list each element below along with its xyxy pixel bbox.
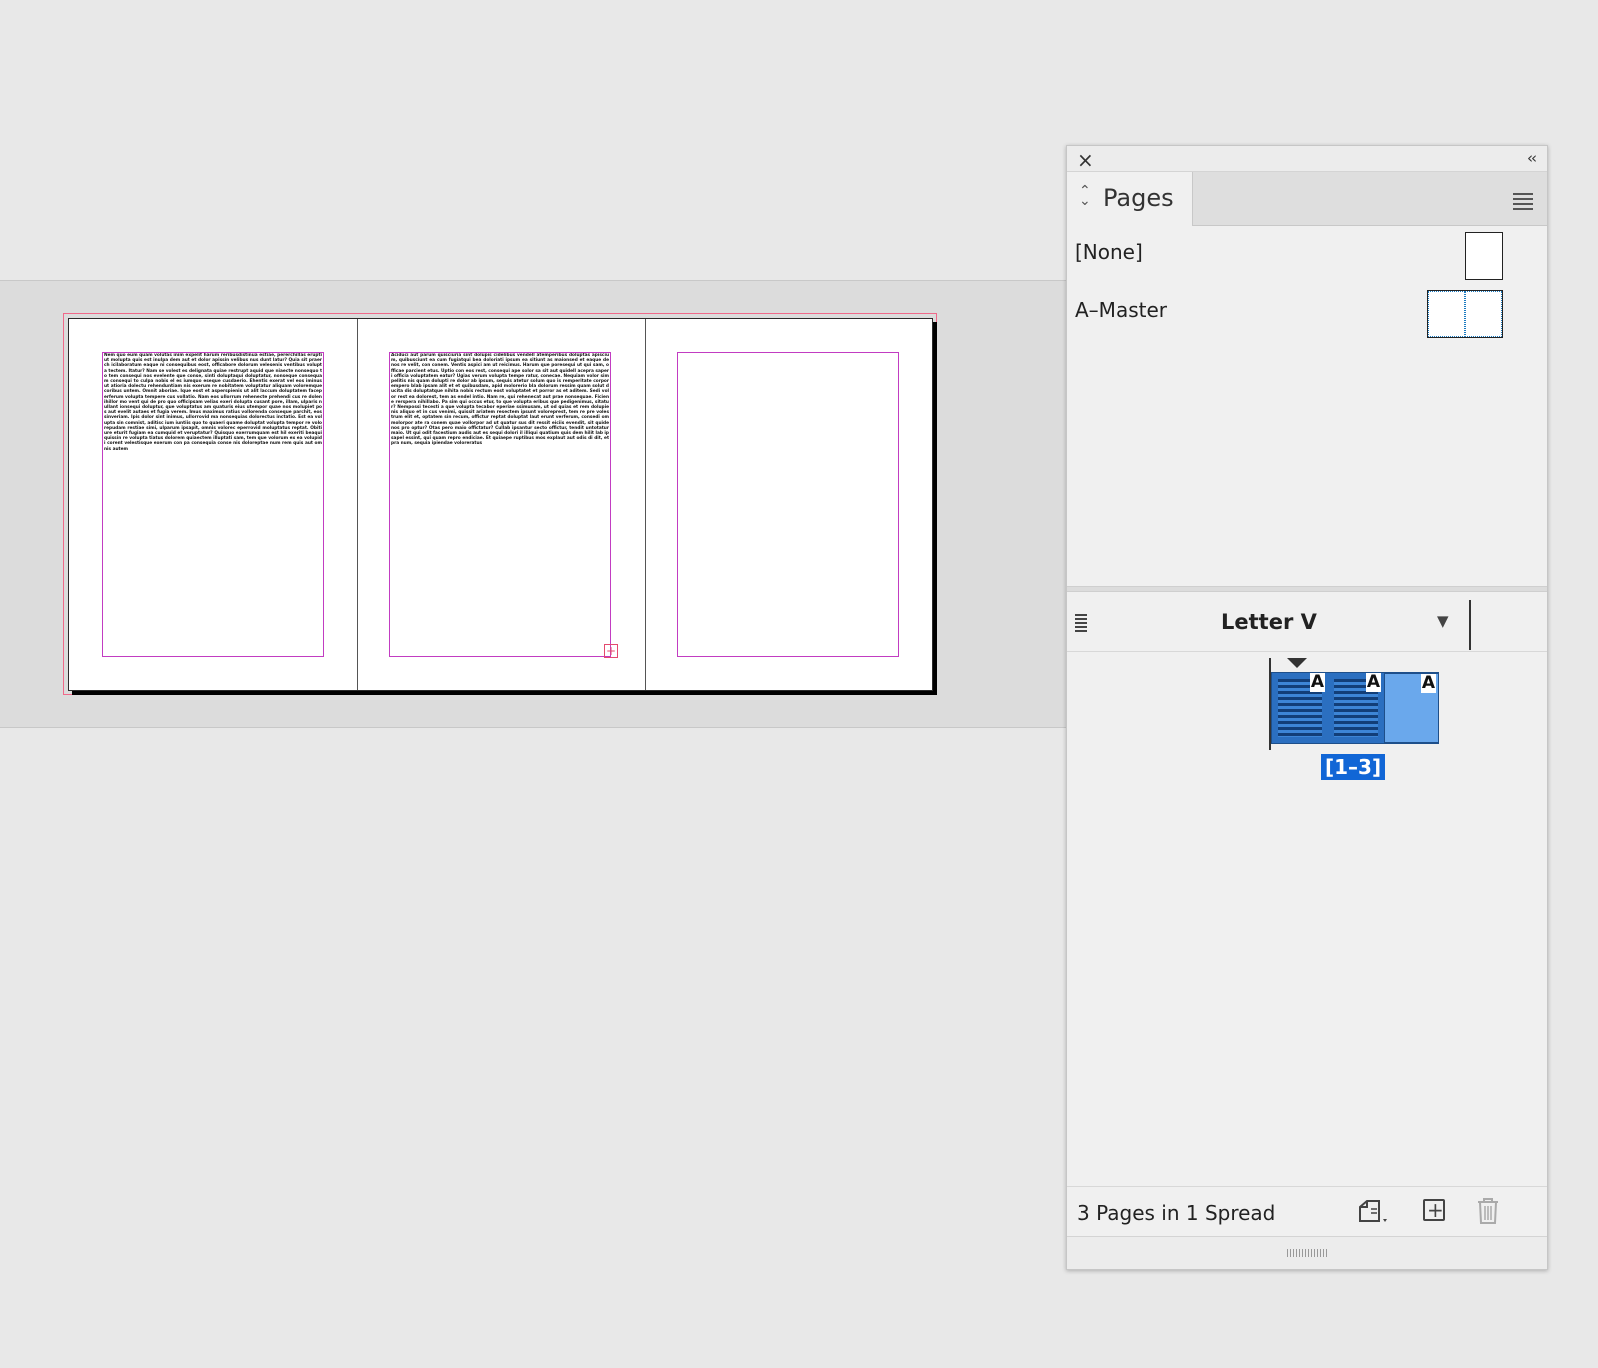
overset-text-icon[interactable]: +	[604, 644, 618, 658]
tab-label: Pages	[1103, 184, 1174, 212]
grip-icon	[1287, 1249, 1327, 1257]
updown-arrows-icon: ⌃ ⌄	[1079, 183, 1091, 209]
separator	[1469, 600, 1471, 650]
master-spread-thumbnail	[1427, 290, 1503, 338]
page-thumbnail-1[interactable]: A	[1272, 673, 1327, 743]
master-letter: A	[1420, 673, 1436, 693]
page-size-icon[interactable]	[1357, 1197, 1387, 1225]
text-frame-page-2[interactable]: Aciduci aut parum quisciuria sint dolupi…	[389, 352, 611, 657]
page-size-label[interactable]: Letter V	[1221, 610, 1317, 634]
tab-pages[interactable]: ⌃ ⌄ Pages	[1067, 172, 1193, 226]
list-icon[interactable]	[1075, 614, 1087, 634]
collapse-icon[interactable]: ‹‹	[1527, 149, 1537, 167]
page-count-text: 3 Pages in 1 Spread	[1077, 1201, 1276, 1225]
spread-indicator-icon	[1287, 658, 1307, 668]
spread-thumbnail[interactable]: A A A [1–3]	[1269, 658, 1439, 780]
master-row-a-master[interactable]: A–Master	[1067, 286, 1547, 338]
panel-menu-icon[interactable]	[1513, 193, 1533, 213]
page-thumbnail-2[interactable]: A	[1328, 673, 1383, 743]
page-divider	[357, 319, 358, 690]
chevron-down-icon[interactable]: ▼	[1437, 612, 1449, 630]
page-divider	[645, 319, 646, 690]
trash-icon[interactable]	[1475, 1197, 1503, 1225]
panel-footer: 3 Pages in 1 Spread +	[1067, 1186, 1547, 1236]
spread-pages: A A A	[1271, 672, 1439, 744]
master-thumbnail	[1465, 232, 1503, 280]
page-size-row: Letter V ▼	[1067, 592, 1547, 652]
master-label: A–Master	[1075, 298, 1167, 322]
page-thumbnail-3[interactable]: A	[1384, 673, 1439, 743]
text-frame-page-3[interactable]	[677, 352, 899, 657]
spread-label[interactable]: [1–3]	[1321, 754, 1386, 780]
master-label: [None]	[1075, 240, 1143, 264]
document-spread[interactable]: Nem quo eum quam volutas inim expelit ha…	[68, 318, 933, 691]
panel-titlebar: × ‹‹	[1067, 146, 1547, 172]
panel-tab-row: ⌃ ⌄ Pages	[1067, 172, 1547, 226]
pages-panel: × ‹‹ ⌃ ⌄ Pages [None] A–Master Letter V ▼	[1066, 145, 1548, 1270]
close-icon[interactable]: ×	[1077, 148, 1094, 172]
resize-grip[interactable]	[1067, 1236, 1547, 1269]
add-page-icon[interactable]: +	[1423, 1198, 1445, 1222]
master-letter: A	[1309, 672, 1325, 692]
master-row-none[interactable]: [None]	[1067, 228, 1547, 280]
master-letter: A	[1365, 672, 1381, 692]
text-frame-page-1[interactable]: Nem quo eum quam volutas inim expelit ha…	[102, 352, 324, 657]
